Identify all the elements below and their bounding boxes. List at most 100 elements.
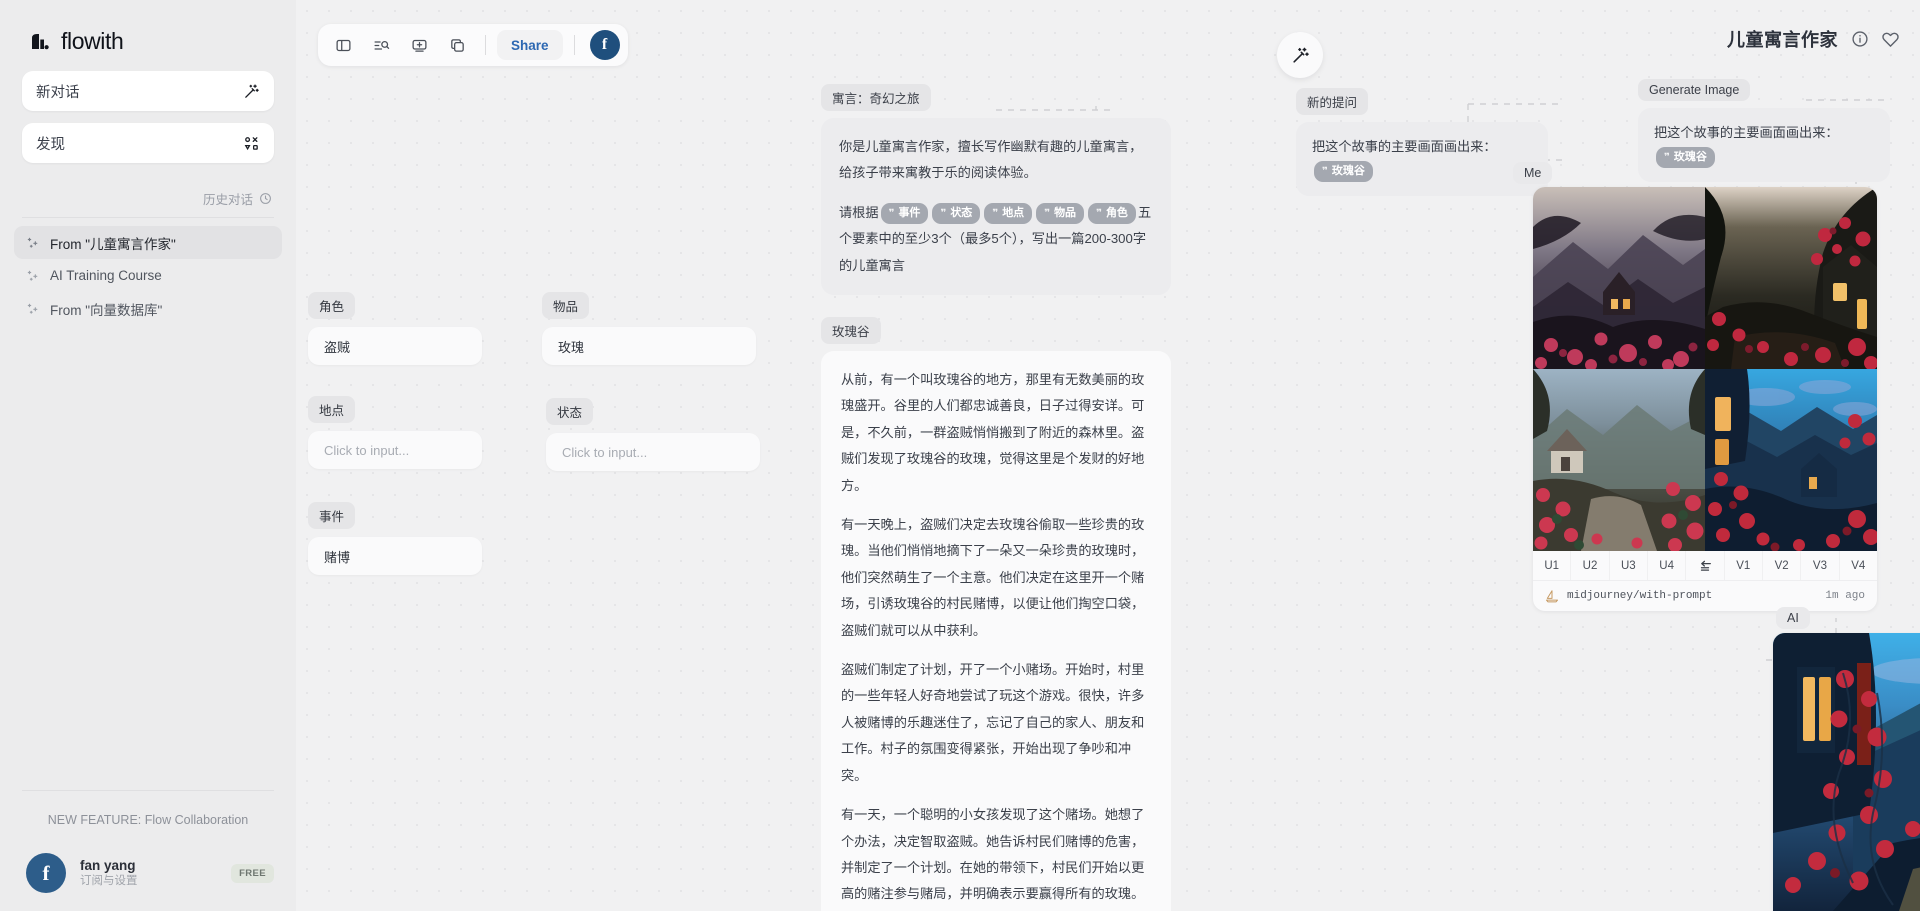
quote-icon: ❞	[1044, 207, 1051, 219]
story-paragraph: 从前，有一个叫玫瑰谷的地方，那里有无数美丽的玫瑰盛开。谷里的人们都忠诚善良，日子…	[841, 372, 1145, 493]
user-meta: fan yang 订阅与设置	[80, 857, 217, 889]
chip-event[interactable]: ❞ 事件	[880, 203, 929, 224]
add-node-icon[interactable]	[402, 30, 436, 60]
sidebar-item-history-0[interactable]: From "儿童寓言作家"	[14, 226, 282, 259]
image-tile-4[interactable]	[1705, 369, 1877, 551]
ask-node[interactable]: 新的提问 把这个故事的主要画面画出来： ❞ 玫瑰谷	[1296, 88, 1548, 196]
share-button[interactable]: Share	[497, 30, 563, 60]
image-tile-1[interactable]	[1533, 187, 1705, 369]
generate-image-node-body: 把这个故事的主要画面画出来： ❞ 玫瑰谷	[1638, 108, 1890, 182]
field-label: 地点	[308, 396, 356, 423]
user-profile-row[interactable]: f fan yang 订阅与设置 FREE	[22, 853, 274, 893]
variation-button-v2[interactable]: V2	[1763, 551, 1802, 580]
flowith-logo-icon	[28, 29, 54, 55]
field-input-role[interactable]: 盗贼	[308, 327, 482, 365]
sidebar-item-history-2[interactable]: From "向量数据库"	[14, 292, 282, 325]
duplicate-icon[interactable]	[440, 30, 474, 60]
variation-button-v1[interactable]: V1	[1725, 551, 1763, 580]
chip-item[interactable]: ❞ 物品	[1036, 203, 1085, 224]
sidebar: flowith 新对话 发现 历史对话 From "儿童寓言作家" AI Tra…	[0, 0, 296, 911]
prompt-node[interactable]: 寓言：奇幻之旅 你是儿童寓言作家，擅长写作幽默有趣的儿童寓言，给孩子带来寓教于乐…	[821, 84, 1171, 296]
generate-image-node[interactable]: Generate Image 把这个故事的主要画面画出来： ❞ 玫瑰谷	[1638, 79, 1890, 182]
generate-image-text: 把这个故事的主要画面画出来：	[1654, 125, 1839, 140]
chip-label: 状态	[950, 207, 973, 220]
new-chat-button[interactable]: 新对话	[22, 71, 274, 111]
image-result-card-ai[interactable]	[1773, 633, 1920, 911]
field-input-item[interactable]: 玫瑰	[542, 327, 756, 365]
discover-label: 发现	[36, 136, 65, 153]
chip-rose-valley[interactable]: ❞ 玫瑰谷	[1314, 161, 1373, 182]
quote-icon: ❞	[1664, 151, 1670, 163]
image-tile-2[interactable]	[1705, 187, 1877, 369]
ask-node-body: 把这个故事的主要画面画出来： ❞ 玫瑰谷	[1296, 122, 1548, 196]
image-grid[interactable]	[1533, 187, 1877, 551]
upscale-button-u1[interactable]: U1	[1533, 551, 1572, 580]
reroll-icon[interactable]	[1686, 551, 1725, 580]
sparkle-icon	[26, 236, 40, 250]
prompt-paragraph-2: 请根据 ❞ 事件 ❞ 状态 ❞ 地点 ❞ 物品 ❞ 角色 五个要素中的至少3个（最多5个），写出一篇2…	[839, 200, 1153, 279]
upscale-button-u3[interactable]: U3	[1610, 551, 1648, 580]
info-circle-icon[interactable]	[1850, 30, 1869, 49]
canvas-toolbar[interactable]: Share f	[318, 24, 628, 66]
prompt-para2-pre: 请根据	[839, 204, 879, 220]
grid-apps-icon	[242, 134, 260, 152]
ask-node-text: 把这个故事的主要画面画出来：	[1312, 139, 1497, 154]
image-ai-large[interactable]	[1773, 633, 1920, 911]
story-paragraph: 盗贼们制定了计划，开了一个小赌场。开始时，村里的一些年轻人好奇地尝试了玩这个游戏…	[841, 662, 1145, 783]
sidebar-item-label: From "儿童寓言作家"	[50, 236, 176, 252]
image-action-bar[interactable]: U1 U2 U3 U4 V1 V2 V3 V4	[1533, 551, 1877, 581]
chip-role[interactable]: ❞ 角色	[1088, 203, 1136, 224]
field-label: 事件	[308, 502, 356, 529]
field-group-state: 状态 Click to input...	[546, 398, 760, 471]
story-node[interactable]: 玫瑰谷 从前，有一个叫玫瑰谷的地方，那里有无数美丽的玫瑰盛开。谷里的人们都忠诚善…	[821, 317, 1171, 911]
flow-canvas[interactable]: Share f 儿童寓言作家 角色 盗贼 物品 玫瑰 地点 Click to i…	[296, 0, 1920, 911]
upscale-button-u4[interactable]: U4	[1648, 551, 1687, 580]
flow-header: 儿童寓言作家	[1727, 26, 1900, 52]
variation-button-v4[interactable]: V4	[1840, 551, 1877, 580]
clock-icon	[259, 192, 272, 205]
upscale-button-u2[interactable]: U2	[1571, 551, 1610, 580]
canvas-magic-button[interactable]	[1277, 32, 1323, 78]
chip-label: 角色	[1105, 207, 1128, 220]
field-label: 状态	[546, 398, 594, 425]
node-tag: Generate Image	[1638, 79, 1751, 101]
toolbar-avatar[interactable]: f	[589, 30, 620, 60]
sidebar-footer: NEW FEATURE: Flow Collaboration f fan ya…	[0, 790, 296, 911]
field-input-place[interactable]: Click to input...	[308, 431, 482, 469]
divider	[573, 35, 575, 55]
sidebar-item-history-1[interactable]: AI Training Course	[14, 259, 282, 292]
discover-button[interactable]: 发现	[22, 123, 274, 163]
field-group-place: 地点 Click to input...	[308, 396, 482, 469]
timestamp: 1m ago	[1825, 590, 1865, 602]
chip-rose-valley[interactable]: ❞ 玫瑰谷	[1656, 147, 1715, 168]
field-input-state[interactable]: Click to input...	[546, 433, 760, 471]
brand-logo: flowith	[0, 0, 296, 71]
avatar: f	[26, 853, 66, 893]
history-header: 历史对话	[0, 175, 296, 217]
divider	[485, 35, 486, 55]
model-label: midjourney/with-prompt	[1567, 590, 1713, 602]
toggle-panel-icon[interactable]	[326, 30, 360, 60]
brand-name: flowith	[61, 28, 124, 54]
heart-icon[interactable]	[1881, 30, 1900, 49]
divider	[22, 790, 274, 791]
sidebar-item-label: From "向量数据库"	[50, 302, 163, 318]
node-tag: 寓言：奇幻之旅	[821, 84, 931, 111]
sparkle-icon	[26, 269, 40, 283]
outline-search-icon[interactable]	[364, 30, 398, 60]
image-result-card-me[interactable]: U1 U2 U3 U4 V1 V2 V3 V4 midjourney/with-…	[1533, 187, 1877, 611]
field-input-event[interactable]: 赌博	[308, 537, 482, 575]
field-group-event: 事件 赌博	[308, 502, 482, 575]
prompt-node-body: 你是儿童寓言作家，擅长写作幽默有趣的儿童寓言，给孩子带来寓教于乐的阅读体验。 请…	[821, 118, 1171, 296]
chip-state[interactable]: ❞ 状态	[932, 203, 981, 224]
image-tile-3[interactable]	[1533, 369, 1705, 551]
variation-button-v3[interactable]: V3	[1801, 551, 1840, 580]
result-me-tag: Me	[1513, 162, 1553, 184]
prompt-paragraph-1: 你是儿童寓言作家，擅长写作幽默有趣的儿童寓言，给孩子带来寓教于乐的阅读体验。	[839, 139, 1143, 181]
field-label: 角色	[308, 292, 356, 319]
story-paragraph: 有一天晚上，盗贼们决定去玫瑰谷偷取一些珍贵的玫瑰。当他们悄悄地摘下了一朵又一朵珍…	[841, 517, 1145, 638]
user-name: fan yang	[80, 857, 136, 873]
history-header-label: 历史对话	[202, 193, 253, 207]
quote-icon: ❞	[992, 207, 999, 219]
chip-place[interactable]: ❞ 地点	[984, 203, 1033, 224]
